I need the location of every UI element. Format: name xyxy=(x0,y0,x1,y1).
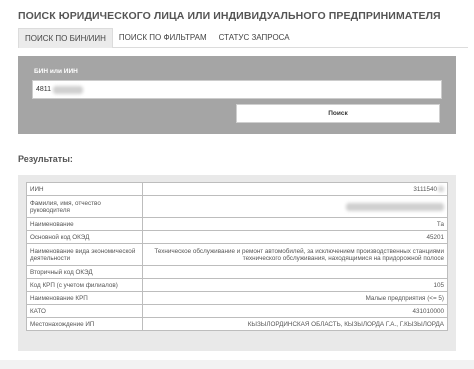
tab-search-by-bin[interactable]: ПОИСК ПО БИН/ИИН xyxy=(18,28,113,48)
bin-input[interactable]: 4811 xyxy=(32,80,442,99)
search-panel: БИН или ИИН 4811 Поиск xyxy=(18,56,456,134)
row-key: Наименование xyxy=(26,217,143,231)
row-value: Та xyxy=(142,217,448,231)
table-row: Наименование вида экономической деятельн… xyxy=(26,243,448,266)
row-key: Код КРП (с учетом филиалов) xyxy=(26,278,143,292)
row-key: Наименование КРП xyxy=(26,291,143,305)
row-key: ИИН xyxy=(26,182,143,196)
table-row: Вторичный код ОКЭД xyxy=(26,265,448,279)
table-row: ИИН 3111540 xyxy=(26,182,448,196)
table-row: Основной код ОКЭД 45201 xyxy=(26,230,448,244)
table-row: КАТО 431010000 xyxy=(26,304,448,318)
row-key: Основной код ОКЭД xyxy=(26,230,143,244)
table-row: Наименование КРП Малые предприятия (<= 5… xyxy=(26,291,448,305)
row-value: 431010000 xyxy=(142,304,448,318)
tab-search-by-filters[interactable]: ПОИСК ПО ФИЛЬТРАМ xyxy=(113,28,213,48)
row-value: 3111540 xyxy=(142,182,448,196)
table-row: Фамилия, имя, отчество руководителя xyxy=(26,195,448,218)
redacted-value xyxy=(53,85,84,94)
row-value: Малые предприятия (<= 5) xyxy=(142,291,448,305)
results-title: Результаты: xyxy=(18,154,73,164)
table-row: Местонахождение ИП КЫЗЫЛОРДИНСКАЯ ОБЛАСТ… xyxy=(26,317,448,331)
row-value xyxy=(142,265,448,279)
row-key: КАТО xyxy=(26,304,143,318)
row-value: 105 xyxy=(142,278,448,292)
row-key: Наименование вида экономической деятельн… xyxy=(26,243,143,266)
tab-request-status[interactable]: СТАТУС ЗАПРОСА xyxy=(213,28,296,48)
results-table: ИИН 3111540 Фамилия, имя, отчество руков… xyxy=(26,182,448,331)
row-key: Вторичный код ОКЭД xyxy=(26,265,143,279)
search-button[interactable]: Поиск xyxy=(236,104,440,123)
row-value: 45201 xyxy=(142,230,448,244)
row-value: КЫЗЫЛОРДИНСКАЯ ОБЛАСТЬ, КЫЗЫЛОРДА Г.А., … xyxy=(142,317,448,331)
row-key: Фамилия, имя, отчество руководителя xyxy=(26,195,143,218)
redacted-value xyxy=(438,185,444,192)
row-value xyxy=(142,195,448,218)
redacted-value xyxy=(346,202,444,211)
row-value: Техническое обслуживание и ремонт автомо… xyxy=(142,243,448,266)
bin-field-label: БИН или ИИН xyxy=(34,68,78,75)
results-panel: ИИН 3111540 Фамилия, имя, отчество руков… xyxy=(18,175,456,351)
bin-input-value: 4811 xyxy=(36,86,52,93)
table-row: Код КРП (с учетом филиалов) 105 xyxy=(26,278,448,292)
table-row: Наименование Та xyxy=(26,217,448,231)
tab-bar: ПОИСК ПО БИН/ИИН ПОИСК ПО ФИЛЬТРАМ СТАТУ… xyxy=(18,28,468,48)
row-key: Местонахождение ИП xyxy=(26,317,143,331)
page-footer-strip xyxy=(0,360,474,369)
